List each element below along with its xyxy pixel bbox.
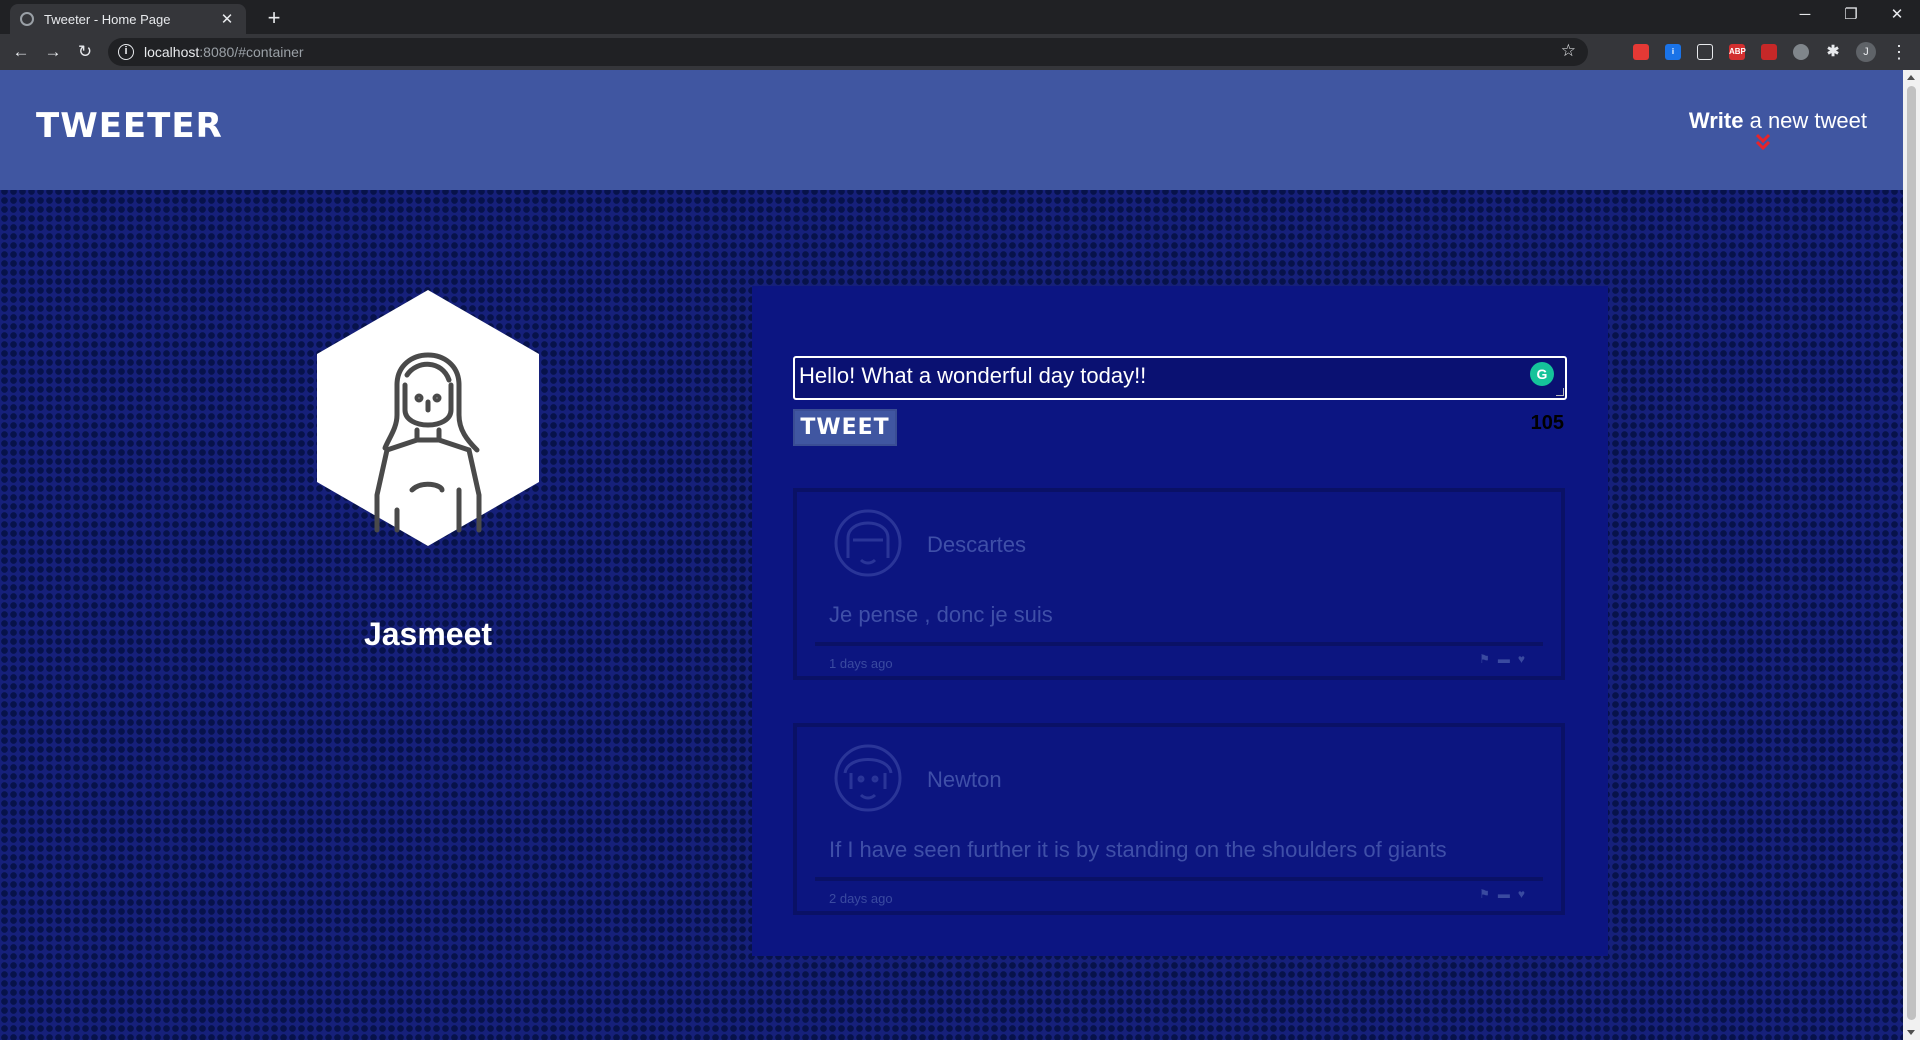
restore-button[interactable]: ❐ [1828,0,1874,30]
browser-tabstrip: Tweeter - Home Page ✕ + ─ ❐ ✕ [0,0,1920,34]
tweet-author: Descartes [927,532,1027,557]
site-header: TWEETER Write a new tweet [0,70,1903,190]
page-viewport: TWEETER Write a new tweet Jasmeet Hello!… [0,70,1903,1040]
profile-avatar[interactable]: J [1856,42,1876,62]
browser-tab[interactable]: Tweeter - Home Page ✕ [10,4,246,34]
tab-close-icon[interactable]: ✕ [218,10,236,28]
scroll-thumb[interactable] [1907,86,1916,1020]
browser-toolbar: ← → ↻ i localhost :8080/#container ☆ i A… [0,34,1920,70]
ext-outline-icon[interactable] [1697,44,1713,60]
write-new-tweet-link[interactable]: Write a new tweet [1689,108,1867,134]
ext-red-icon[interactable] [1633,44,1649,60]
adblock-icon[interactable]: ABP [1729,44,1746,60]
tweet-avatar-icon [834,509,902,577]
tweet-text: If I have seen further it is by standing… [829,837,1447,862]
double-chevron-down-icon[interactable] [1755,133,1771,153]
profile-avatar-hexagon [317,290,539,546]
profile-username: Jasmeet [363,616,493,652]
tweet-timestamp: 1 days ago [829,656,893,671]
close-window-button[interactable]: ✕ [1874,0,1920,30]
scroll-up-arrow-icon[interactable] [1907,75,1915,80]
url-host: localhost [144,44,200,60]
acrobat-icon[interactable] [1761,44,1777,60]
retweet-icon[interactable]: ▬ [1498,652,1510,666]
write-rest: a new tweet [1743,108,1867,133]
bookmark-star-icon[interactable]: ☆ [1561,41,1576,61]
page-scrollbar[interactable] [1903,70,1920,1040]
extensions-icon[interactable]: ✱ [1825,44,1841,60]
tweet-card: Descartes Je pense , donc je suis 1 days… [793,488,1565,680]
write-bold: Write [1688,108,1744,133]
heart-icon[interactable]: ♥ [1518,887,1525,901]
minimize-button[interactable]: ─ [1782,0,1828,30]
flag-icon[interactable]: ⚑ [1479,652,1490,666]
new-tab-button[interactable]: + [260,5,288,33]
tweet-card: Newton If I have seen further it is by s… [793,723,1565,915]
tweet-textarea[interactable]: Hello! What a wonderful day today!! [793,356,1567,400]
globe-icon [20,12,34,26]
forward-icon[interactable]: → [41,40,65,64]
back-icon[interactable]: ← [9,40,33,64]
retweet-icon[interactable]: ▬ [1498,887,1510,901]
resize-grip-icon[interactable] [1556,388,1564,396]
tab-title: Tweeter - Home Page [44,11,171,27]
tweet-text: Je pense , donc je suis [829,602,1053,627]
tweet-button[interactable]: TWEET [793,409,897,446]
ext-info-icon[interactable]: i [1665,44,1681,60]
tweet-timestamp: 2 days ago [829,891,893,906]
tweet-author: Newton [927,767,1002,792]
char-counter: 105 [1530,412,1564,434]
menu-icon[interactable]: ⋮ [1890,40,1908,64]
heart-icon[interactable]: ♥ [1518,652,1525,666]
reload-icon[interactable]: ↻ [73,40,97,64]
address-bar[interactable]: i localhost :8080/#container ☆ [108,38,1588,66]
ext-gray-icon[interactable] [1793,44,1809,60]
scroll-down-arrow-icon[interactable] [1907,1030,1915,1035]
tweet-divider [815,642,1543,646]
tweet-actions: ⚑ ▬ ♥ [1479,887,1525,901]
tweet-divider [815,877,1543,881]
site-info-icon[interactable]: i [118,44,134,60]
site-logo[interactable]: TWEETER [36,106,223,146]
grammarly-icon[interactable]: G [1530,362,1554,386]
tweet-actions: ⚑ ▬ ♥ [1479,652,1525,666]
tweet-avatar-icon [834,744,902,812]
url-path: :8080/#container [199,44,304,60]
flag-icon[interactable]: ⚑ [1479,887,1490,901]
